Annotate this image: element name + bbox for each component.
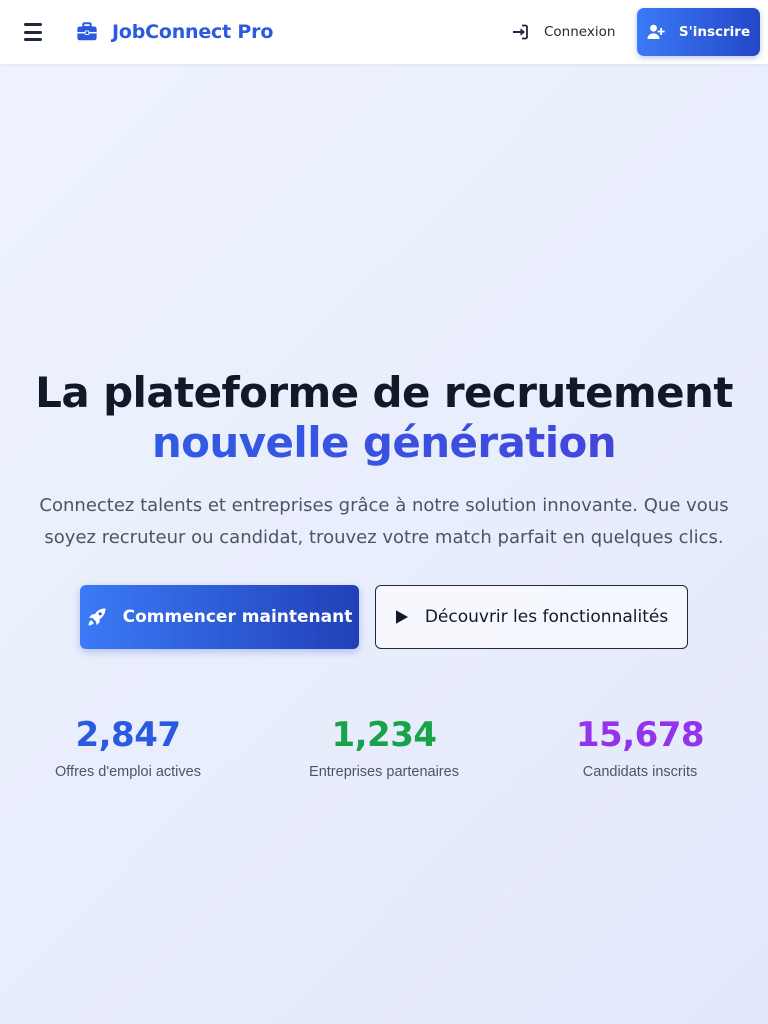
sign-in-icon xyxy=(513,24,528,40)
hero-subtitle: Connectez talents et entreprises grâce à… xyxy=(39,495,729,548)
stat-label: Entreprises partenaires xyxy=(309,764,459,780)
rocket-icon xyxy=(88,608,106,626)
stats-section: 2,847 Offres d'emploi actives 1,234 Entr… xyxy=(0,712,768,792)
cta-group: Commencer maintenant Découvrir les fonct… xyxy=(0,585,768,649)
stat-companies: 1,234 Entreprises partenaires xyxy=(256,712,512,780)
login-button[interactable]: Connexion xyxy=(504,18,623,46)
stat-value: 2,847 xyxy=(75,715,181,755)
hero-title: La plateforme de recrutement nouvelle gé… xyxy=(0,368,768,468)
get-started-label: Commencer maintenant xyxy=(122,607,353,627)
hero-title-highlight: nouvelle génération xyxy=(0,418,768,468)
stat-value: 1,234 xyxy=(331,715,437,755)
discover-features-button[interactable]: Découvrir les fonctionnalités xyxy=(375,585,688,649)
login-label: Connexion xyxy=(544,24,616,40)
stat-job-offers: 2,847 Offres d'emploi actives xyxy=(0,712,256,780)
hero-title-line1: La plateforme de recrutement xyxy=(35,368,733,417)
stat-label: Offres d'emploi actives xyxy=(55,764,201,780)
user-plus-icon xyxy=(647,24,665,39)
stat-candidates: 15,678 Candidats inscrits xyxy=(512,712,768,780)
brand-name: JobConnect Pro xyxy=(112,21,274,43)
top-navbar: JobConnect Pro Connexion S'inscrire xyxy=(0,0,768,64)
stat-value: 15,678 xyxy=(575,715,705,755)
signup-button[interactable]: S'inscrire xyxy=(637,8,760,56)
play-icon xyxy=(395,610,408,624)
get-started-button[interactable]: Commencer maintenant xyxy=(80,585,359,649)
stat-label: Candidats inscrits xyxy=(582,764,698,780)
discover-features-label: Découvrir les fonctionnalités xyxy=(424,607,669,627)
brand-logo-link[interactable]: JobConnect Pro xyxy=(76,18,273,46)
signup-label: S'inscrire xyxy=(678,24,751,40)
hamburger-menu-icon[interactable] xyxy=(24,22,44,42)
briefcase-icon xyxy=(77,22,97,41)
